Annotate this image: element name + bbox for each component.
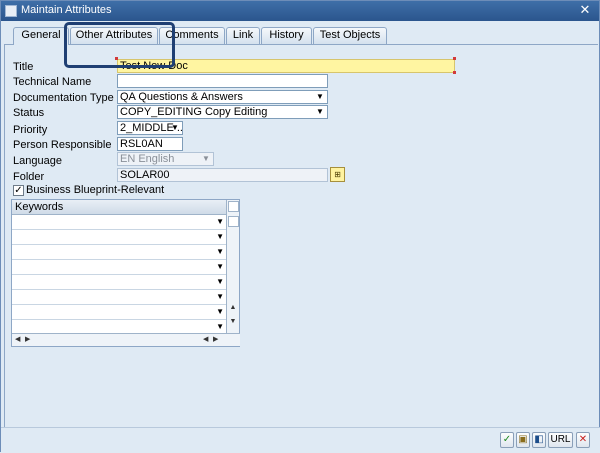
technical-name-label: Technical Name xyxy=(13,76,92,88)
table-row[interactable]: ▼ xyxy=(12,260,227,275)
person-responsible-label: Person Responsible xyxy=(13,139,112,151)
scroll-down-icon[interactable]: ▼ xyxy=(227,318,239,325)
dropdown-arrow-icon[interactable]: ▼ xyxy=(216,232,224,241)
folder-label: Folder xyxy=(13,171,45,183)
tab-test-objects[interactable]: Test Objects xyxy=(313,27,387,44)
status-value: COPY_EDITING Copy Editing xyxy=(120,106,268,118)
keywords-column-header[interactable]: Keywords xyxy=(12,200,227,215)
dialog-toolbar: ✓ ▣ ◧ URL ✕ xyxy=(1,427,600,453)
tab-link[interactable]: Link xyxy=(226,27,260,44)
table-row[interactable]: ▼ xyxy=(12,215,227,230)
dropdown-arrow-icon[interactable]: ▼ xyxy=(315,107,325,117)
scroll-left-icon[interactable]: ◀ xyxy=(15,335,20,343)
tab-general[interactable]: General xyxy=(13,27,69,45)
dropdown-arrow-icon: ▼ xyxy=(202,154,210,163)
table-row[interactable]: ▼ xyxy=(12,275,227,290)
window-title: Maintain Attributes xyxy=(21,4,112,16)
priority-label: Priority xyxy=(13,124,48,136)
business-blueprint-checkbox[interactable]: ✓ xyxy=(13,185,24,196)
required-marker xyxy=(453,71,456,74)
business-blueprint-label: Business Blueprint-Relevant xyxy=(26,184,165,196)
app-icon xyxy=(5,5,17,17)
status-select[interactable]: COPY_EDITING Copy Editing ▼ xyxy=(117,105,328,119)
horizontal-scrollbar[interactable]: ◀ ▶ ◀ ▶ xyxy=(12,333,240,346)
folder-field: SOLAR00 xyxy=(117,168,328,182)
tab-history[interactable]: History xyxy=(261,27,312,44)
close-icon[interactable]: ✕ xyxy=(577,2,593,18)
priority-select[interactable]: 2_MIDDLE ... ▼ xyxy=(117,121,183,135)
language-label: Language xyxy=(13,155,62,167)
language-value: EN English xyxy=(120,153,175,165)
table-row[interactable]: ▼ xyxy=(12,290,227,305)
scroll-right-icon[interactable]: ▶ xyxy=(25,335,30,343)
dropdown-arrow-icon[interactable]: ▼ xyxy=(216,262,224,271)
dropdown-arrow-icon[interactable]: ▼ xyxy=(216,277,224,286)
title-label: Title xyxy=(13,61,34,73)
title-bar: Maintain Attributes ✕ xyxy=(1,1,599,21)
technical-name-field[interactable] xyxy=(117,74,328,88)
person-responsible-field[interactable]: RSL0AN xyxy=(117,137,183,151)
cancel-icon[interactable]: ✕ xyxy=(576,432,590,448)
dropdown-arrow-icon[interactable]: ▼ xyxy=(216,247,224,256)
dropdown-arrow-icon[interactable]: ▼ xyxy=(216,217,224,226)
scroll-left-icon[interactable]: ◀ xyxy=(203,335,208,343)
documentation-type-value: QA Questions & Answers xyxy=(120,91,243,103)
dropdown-arrow-icon[interactable]: ▼ xyxy=(216,292,224,301)
required-marker xyxy=(453,57,456,60)
lock-icon[interactable]: ▣ xyxy=(516,432,530,448)
vertical-scrollbar[interactable]: ▲ ▼ xyxy=(226,200,239,333)
scroll-right-icon[interactable]: ▶ xyxy=(213,335,218,343)
table-row[interactable]: ▼ xyxy=(12,230,227,245)
documentation-type-select[interactable]: QA Questions & Answers ▼ xyxy=(117,90,328,104)
maintain-attributes-dialog: Maintain Attributes ✕ General Other Attr… xyxy=(0,0,600,453)
status-label: Status xyxy=(13,107,45,119)
dropdown-arrow-icon[interactable]: ▼ xyxy=(315,92,325,102)
display-icon[interactable]: ◧ xyxy=(532,432,546,448)
dropdown-arrow-icon[interactable]: ▼ xyxy=(170,123,180,133)
dropdown-arrow-icon[interactable]: ▼ xyxy=(216,322,224,331)
table-row[interactable]: ▼ xyxy=(12,245,227,260)
value-help-icon[interactable]: ⊞ xyxy=(330,167,345,182)
highlight-annotation xyxy=(64,22,175,68)
url-button[interactable]: URL xyxy=(548,432,573,448)
scroll-up-icon[interactable]: ▲ xyxy=(227,304,239,311)
language-select: EN English ▼ xyxy=(117,152,214,166)
keywords-table: Keywords ▼ ▼ ▼ ▼ ▼ ▼ ▼ ▼ ▲ ▼ ◀ ▶ ◀ ▶ xyxy=(11,199,240,347)
column-settings-icon[interactable] xyxy=(228,201,239,212)
confirm-icon[interactable]: ✓ xyxy=(500,432,514,448)
documentation-type-label: Documentation Type xyxy=(13,92,114,104)
table-row[interactable]: ▼ xyxy=(12,305,227,320)
dropdown-arrow-icon[interactable]: ▼ xyxy=(216,307,224,316)
select-all-icon[interactable] xyxy=(228,216,239,227)
